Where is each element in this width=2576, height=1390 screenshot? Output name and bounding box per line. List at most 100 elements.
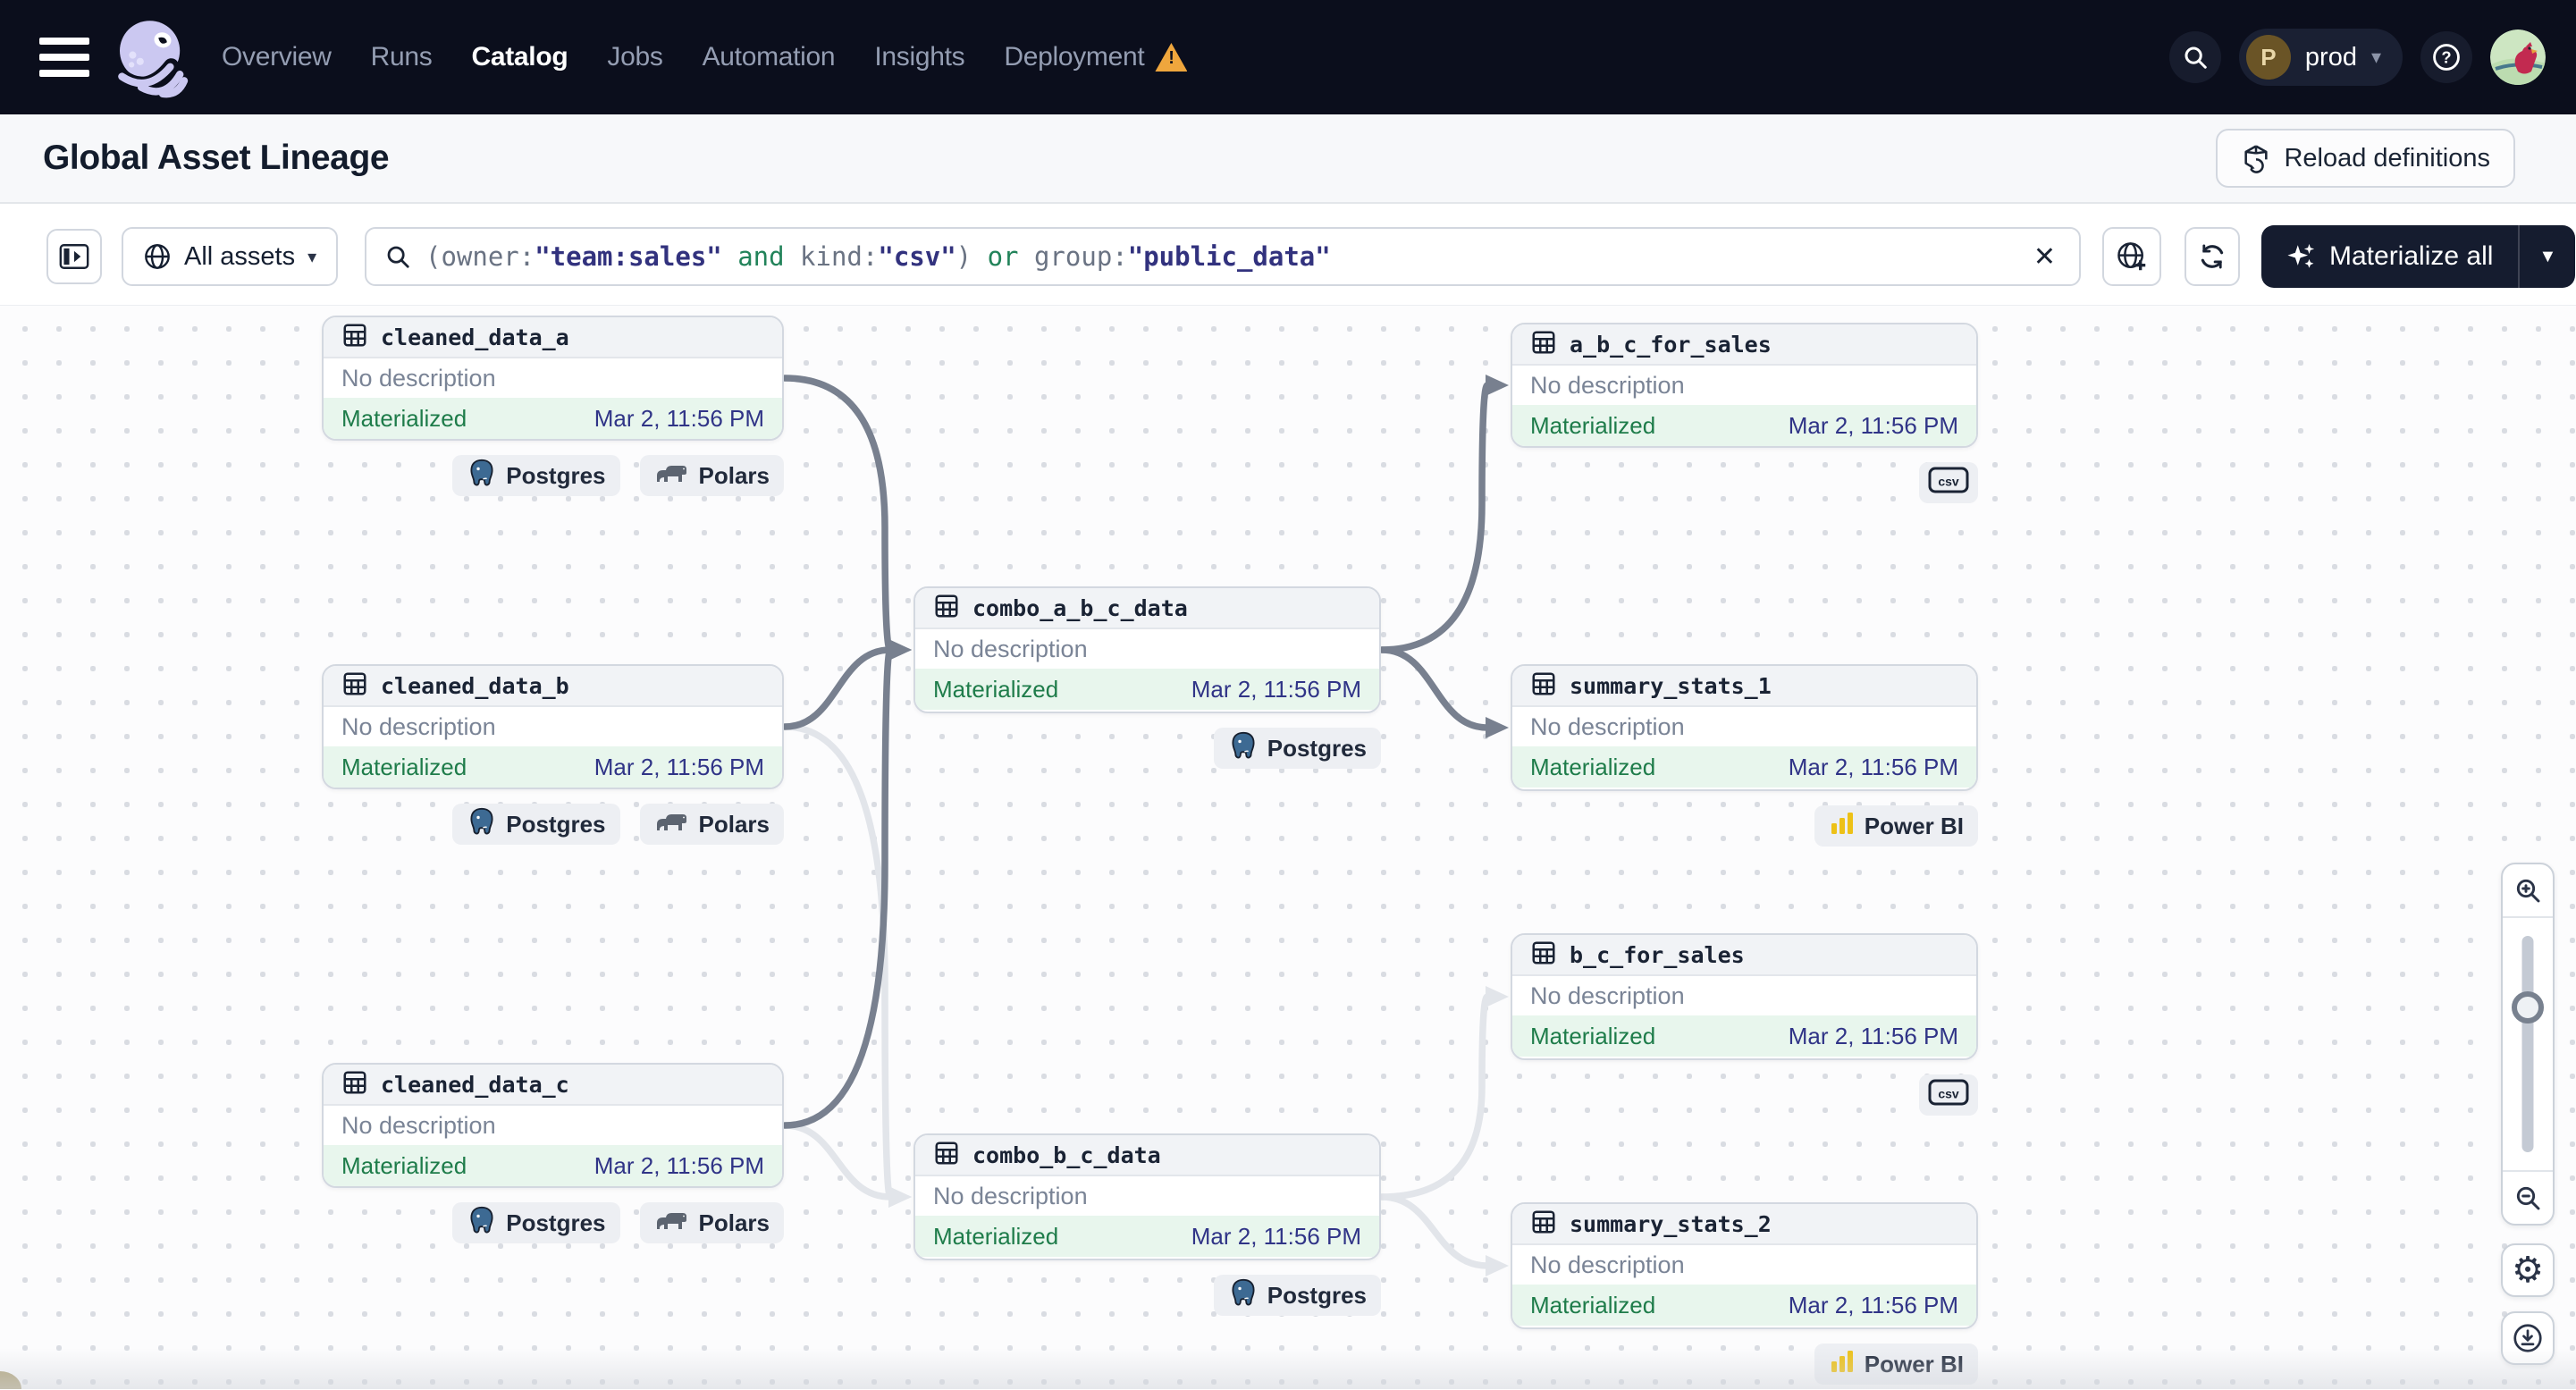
materialized-status: Materialized (933, 1222, 1059, 1250)
materialized-timestamp: Mar 2, 11:56 PM (1788, 411, 1958, 439)
asset-scope-dropdown[interactable]: All assets ▾ (122, 227, 339, 286)
sparkles-icon (2287, 243, 2315, 268)
polars-icon (654, 809, 690, 840)
dagster-logo[interactable] (109, 14, 195, 100)
deployment-switcher[interactable]: P prod ▾ (2238, 29, 2403, 86)
asset-node-cleaned_data_a[interactable]: cleaned_data_a No description Materialized… (322, 316, 784, 441)
asset-tag-row: Power BI (1511, 805, 1978, 847)
user-avatar[interactable] (2490, 29, 2546, 85)
nav-tab-catalog[interactable]: Catalog (471, 42, 568, 72)
powerbi-tag[interactable]: Power BI (1814, 805, 1978, 847)
materialized-status: Materialized (933, 675, 1059, 703)
postgres-tag[interactable]: Postgres (452, 804, 620, 845)
asset-tag-row: Power BI (1511, 1344, 1978, 1385)
asset-tag-row: csv (1511, 1074, 1978, 1116)
search-query-text: (owner:"team:sales" and kind:"csv") or g… (425, 241, 1331, 272)
materialized-timestamp: Mar 2, 11:56 PM (1191, 675, 1361, 703)
asset-tag-row: csv (1511, 462, 1978, 503)
asset-tag-row: Postgres Polars (322, 804, 784, 845)
download-graph-button[interactable] (2501, 1311, 2555, 1365)
asset-node-cleaned_data_b[interactable]: cleaned_data_b No description Materialized… (322, 664, 784, 789)
edge-cleaned_data_b-to-combo_a_b_c_data (781, 646, 894, 730)
nav-tab-overview[interactable]: Overview (222, 42, 332, 72)
asset-description: No description (933, 635, 1088, 662)
nav-tab-deployment[interactable]: Deployment (1004, 42, 1188, 72)
search-icon (387, 246, 409, 268)
zoom-in-button[interactable] (2503, 864, 2553, 916)
hamburger-menu-icon[interactable] (39, 38, 89, 77)
table-icon (1530, 939, 1557, 971)
asset-name: cleaned_data_c (381, 1071, 569, 1098)
materialized-timestamp: Mar 2, 11:56 PM (593, 753, 764, 780)
postgres-tag[interactable]: Postgres (452, 1202, 620, 1243)
table-icon (1530, 1209, 1557, 1240)
edge-cleaned_data_a-to-combo_a_b_c_data (781, 375, 894, 653)
asset-node-header: cleaned_data_a (324, 317, 782, 358)
polars-tag[interactable]: Polars (639, 455, 784, 496)
nav-tab-automation[interactable]: Automation (703, 42, 836, 72)
clear-search-icon[interactable]: ✕ (2028, 241, 2061, 273)
powerbi-tag[interactable]: Power BI (1814, 1344, 1978, 1385)
asset-status-row: Materialized Mar 2, 11:56 PM (915, 669, 1379, 710)
materialized-status: Materialized (341, 1151, 467, 1179)
powerbi-icon (1829, 1348, 1856, 1381)
asset-node-header: cleaned_data_b (324, 666, 782, 707)
materialize-options-button[interactable]: ▼ (2520, 225, 2575, 288)
csv-icon: csv (1928, 465, 1969, 501)
nav-tab-jobs[interactable]: Jobs (607, 42, 662, 72)
edge-arrowhead (888, 639, 912, 661)
materialized-status: Materialized (1530, 411, 1656, 439)
zoom-slider[interactable] (2503, 918, 2553, 1170)
asset-node-combo_b_c_data[interactable]: combo_b_c_data No description Materialized… (913, 1133, 1381, 1260)
postgres-tag[interactable]: Postgres (1213, 728, 1381, 769)
csv-tag[interactable]: csv (1919, 462, 1978, 503)
polars-icon (654, 1208, 690, 1239)
globe-icon (145, 244, 170, 269)
asset-status-row: Materialized Mar 2, 11:56 PM (1512, 405, 1976, 446)
asset-status-row: Materialized Mar 2, 11:56 PM (1512, 1015, 1976, 1057)
asset-node-cleaned_data_c[interactable]: cleaned_data_c No description Materialized… (322, 1063, 784, 1188)
asset-status-row: Materialized Mar 2, 11:56 PM (324, 746, 782, 788)
zoom-slider-thumb[interactable] (2512, 991, 2544, 1024)
search-icon[interactable] (2168, 31, 2221, 83)
top-navigation-bar: Overview Runs Catalog Jobs Automation Insight… (0, 0, 2576, 114)
materialized-timestamp: Mar 2, 11:56 PM (593, 404, 764, 432)
csv-tag[interactable]: csv (1919, 1074, 1978, 1116)
asset-status-row: Materialized Mar 2, 11:56 PM (915, 1216, 1379, 1257)
asset-search-input[interactable]: (owner:"team:sales" and kind:"csv") or g… (365, 227, 2081, 286)
panel-expand-icon (59, 244, 89, 269)
asset-scope-label: All assets (184, 241, 296, 271)
asset-description: No description (1530, 1251, 1685, 1278)
postgres-icon (467, 806, 497, 843)
refresh-graph-button[interactable] (2185, 227, 2240, 286)
asset-node-header: b_c_for_sales (1512, 935, 1976, 976)
polars-tag[interactable]: Polars (639, 804, 784, 845)
asset-node-summary_stats_1[interactable]: summary_stats_1 No description Materialize… (1511, 664, 1978, 791)
edge-arrowhead (1486, 986, 1509, 1007)
graph-settings-button[interactable]: ⚙ (2501, 1243, 2555, 1297)
refresh-icon (2201, 244, 2224, 269)
open-sidebar-button[interactable] (46, 229, 102, 284)
polars-tag[interactable]: Polars (639, 1202, 784, 1243)
lineage-graph-canvas[interactable]: cleaned_data_a No description Materialized… (0, 305, 2576, 1389)
asset-node-combo_a_b_c_data[interactable]: combo_a_b_c_data No description Materializ… (913, 586, 1381, 713)
table-icon (341, 1069, 368, 1100)
new-scope-button[interactable] (2102, 227, 2161, 286)
nav-tab-insights[interactable]: Insights (874, 42, 964, 72)
asset-node-b_c_for_sales[interactable]: b_c_for_sales No description Materialized M… (1511, 933, 1978, 1060)
asset-status-row: Materialized Mar 2, 11:56 PM (324, 398, 782, 439)
reload-cube-icon (2244, 145, 2269, 173)
nav-tab-runs[interactable]: Runs (371, 42, 433, 72)
asset-node-summary_stats_2[interactable]: summary_stats_2 No description Materialize… (1511, 1202, 1978, 1329)
help-icon[interactable]: ? (2420, 31, 2472, 83)
asset-name: combo_a_b_c_data (972, 594, 1188, 621)
reload-definitions-button[interactable]: Reload definitions (2216, 129, 2515, 188)
materialize-all-button[interactable]: Materialize all (2261, 225, 2521, 288)
zoom-out-button[interactable] (2503, 1172, 2553, 1224)
svg-text:csv: csv (1938, 1086, 1959, 1100)
csv-icon: csv (1928, 1077, 1969, 1114)
asset-name: combo_b_c_data (972, 1141, 1161, 1168)
asset-node-a_b_c_for_sales[interactable]: a_b_c_for_sales No description Materialize… (1511, 323, 1978, 448)
postgres-tag[interactable]: Postgres (1213, 1275, 1381, 1316)
postgres-tag[interactable]: Postgres (452, 455, 620, 496)
